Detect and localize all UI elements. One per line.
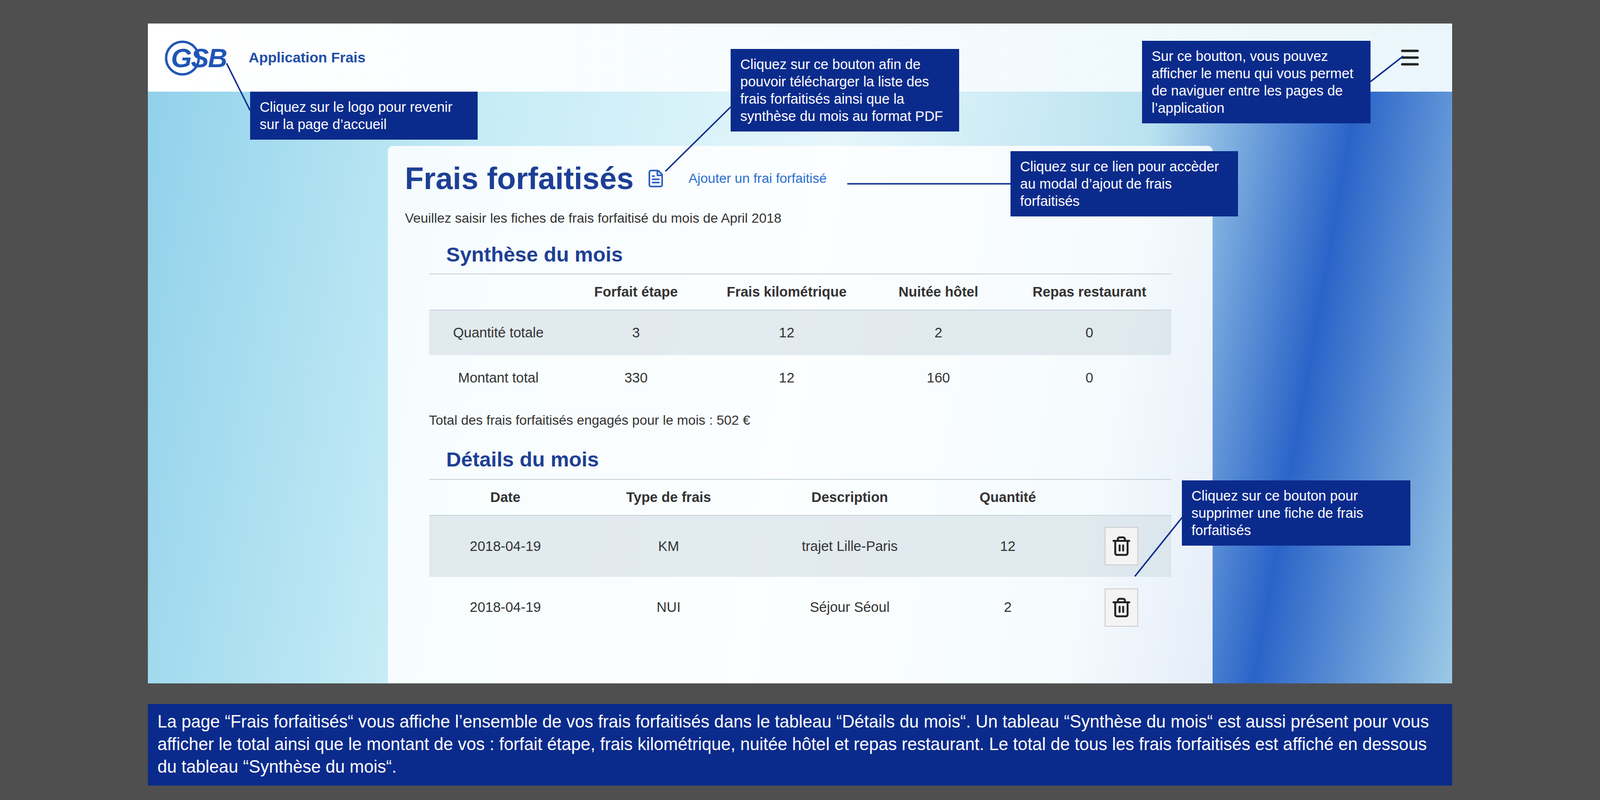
callout: Sur ce boutton, vous pouvez afficher le … [1142, 40, 1371, 124]
table-cell: Séjour Séoul [755, 577, 945, 639]
table-cell: 330 [567, 355, 705, 401]
table-cell: 0 [1007, 310, 1171, 356]
column-header: Description [755, 479, 945, 516]
table-header: Forfait étapeFrais kilométriqueNuitée hô… [429, 274, 1172, 311]
table-header: DateType de fraisDescriptionQuantité [429, 479, 1172, 516]
callout: Cliquez sur ce bouton pour supprimer une… [1181, 480, 1411, 546]
table-cell [1071, 577, 1171, 639]
content: Frais forfaitisés Ajouter un frai forfait… [147, 91, 1453, 684]
menu-button[interactable] [1396, 44, 1424, 72]
table-row: 2018-04-19KMtrajet Lille-Paris12 [429, 515, 1172, 578]
pdf-button[interactable] [646, 168, 666, 189]
table-cell: 2 [943, 577, 1072, 639]
callout: Cliquez sur ce lien pour accèder au moda… [1010, 151, 1239, 217]
caption: La page “Frais forfaitisés“ vous affiche… [147, 704, 1453, 786]
trash-icon [1110, 535, 1132, 557]
table-row: Montant total330121600 [429, 355, 1172, 401]
table-row: 2018-04-19NUISéjour Séoul2 [429, 577, 1172, 639]
connector-line [665, 107, 731, 172]
delete-button[interactable] [1104, 588, 1139, 627]
table-cell: 0 [1007, 355, 1171, 401]
column-header: Date [429, 479, 582, 516]
column-header [1071, 479, 1171, 516]
table-cell: 12 [704, 355, 869, 401]
table-cell: trajet Lille-Paris [755, 515, 945, 578]
column-header: Nuitée hôtel [868, 274, 1008, 311]
table-cell: 2018-04-19 [429, 577, 582, 639]
card: Frais forfaitisés Ajouter un frai forfait… [387, 145, 1213, 684]
table-row: Quantité totale31220 [429, 310, 1172, 356]
section-title: Détails du mois [446, 447, 1196, 473]
trash-icon [1110, 597, 1132, 619]
connector-line [1370, 56, 1404, 82]
synthesis-table: Forfait étapeFrais kilométriqueNuitée hô… [429, 273, 1172, 401]
column-header: Forfait étape [567, 274, 705, 311]
details-table: DateType de fraisDescriptionQuantité2018… [429, 479, 1172, 639]
pdf-icon [646, 168, 666, 189]
month-total: Total des frais forfaitisés engagés pour… [429, 412, 1196, 429]
table-cell: 12 [704, 310, 869, 356]
logo[interactable]: GSB [163, 35, 235, 81]
section-title: Synthèse du mois [446, 242, 1196, 268]
callout: Cliquez sur ce bouton afin de pouvoir té… [730, 48, 960, 132]
column-header: Type de frais [581, 479, 756, 516]
table-cell: 160 [868, 355, 1008, 401]
page: GSBApplication FraisFrais forfaitisésAjo… [0, 0, 1600, 800]
column-header [429, 274, 568, 311]
callout: Cliquez sur le logo pour revenir sur la … [250, 91, 478, 140]
table-cell: 2018-04-19 [429, 515, 582, 578]
connector-line [1134, 515, 1184, 577]
column-header: Quantité [943, 479, 1072, 516]
table-cell: NUI [581, 577, 756, 639]
table-cell: 12 [943, 515, 1072, 578]
column-header: Frais kilométrique [704, 274, 869, 311]
row-label: Quantité totale [429, 310, 568, 356]
table-cell: 2 [868, 310, 1008, 356]
row-label: Montant total [429, 355, 568, 401]
delete-button[interactable] [1104, 527, 1139, 566]
column-header: Repas restaurant [1007, 274, 1171, 311]
add-link[interactable]: Ajouter un frai forfaitisé [688, 170, 827, 187]
page-title: Frais forfaitisés [405, 160, 635, 198]
connector-line [847, 183, 1011, 185]
table-cell: KM [581, 515, 756, 578]
table-cell [1071, 515, 1171, 578]
table-cell: 3 [567, 310, 705, 356]
connector-line [226, 63, 251, 111]
hamburger-icon [1398, 46, 1422, 70]
